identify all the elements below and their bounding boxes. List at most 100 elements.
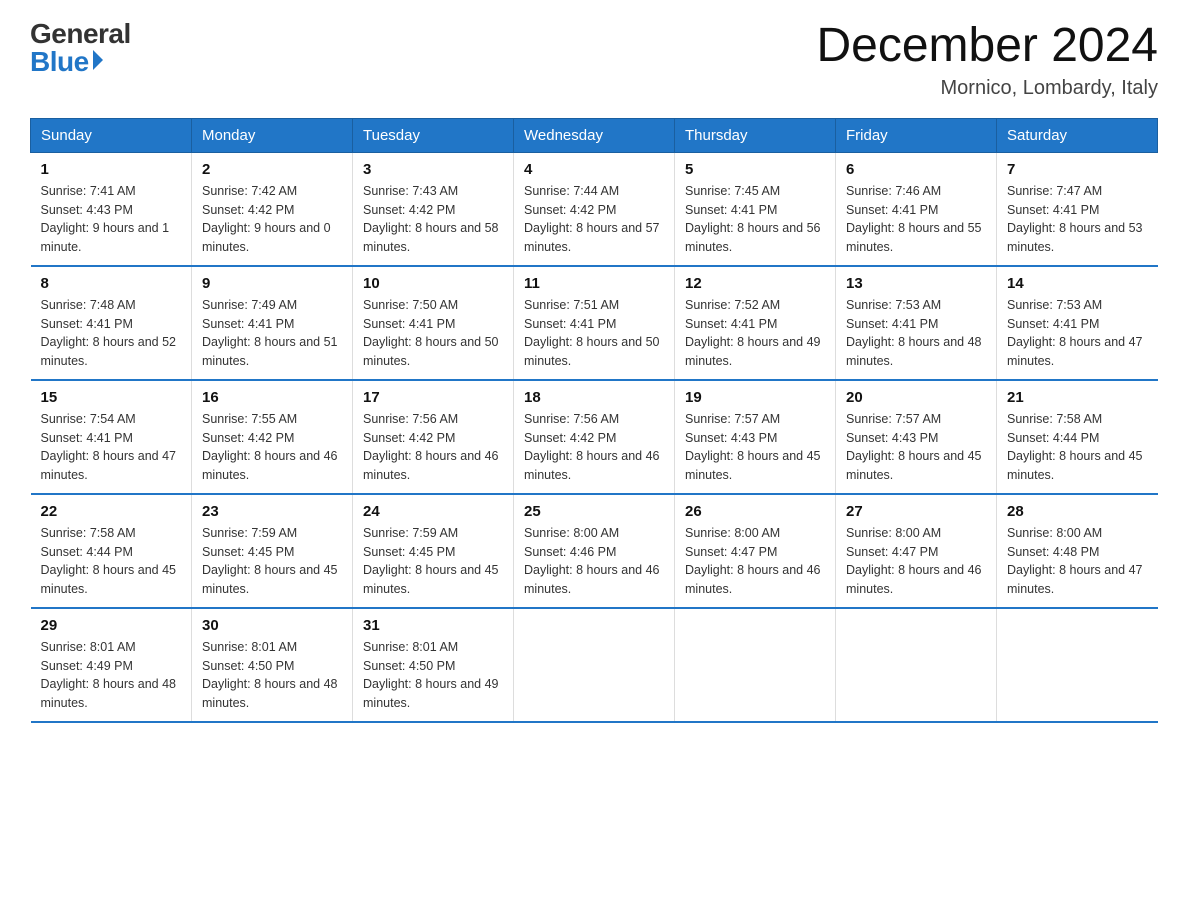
day-info: Sunrise: 7:44 AM Sunset: 4:42 PM Dayligh…	[524, 182, 664, 257]
day-number: 7	[1007, 161, 1148, 178]
day-info: Sunrise: 7:58 AM Sunset: 4:44 PM Dayligh…	[1007, 410, 1148, 485]
day-number: 31	[363, 617, 503, 634]
calendar-cell: 29 Sunrise: 8:01 AM Sunset: 4:49 PM Dayl…	[31, 608, 192, 722]
col-sunday: Sunday	[31, 118, 192, 152]
day-info: Sunrise: 8:01 AM Sunset: 4:50 PM Dayligh…	[202, 638, 342, 713]
calendar-cell: 27 Sunrise: 8:00 AM Sunset: 4:47 PM Dayl…	[836, 494, 997, 608]
calendar-cell: 20 Sunrise: 7:57 AM Sunset: 4:43 PM Dayl…	[836, 380, 997, 494]
col-tuesday: Tuesday	[353, 118, 514, 152]
calendar-table: Sunday Monday Tuesday Wednesday Thursday…	[30, 118, 1158, 723]
calendar-cell: 16 Sunrise: 7:55 AM Sunset: 4:42 PM Dayl…	[192, 380, 353, 494]
col-friday: Friday	[836, 118, 997, 152]
day-number: 10	[363, 275, 503, 292]
day-number: 2	[202, 161, 342, 178]
title-block: December 2024 Mornico, Lombardy, Italy	[816, 20, 1158, 100]
day-info: Sunrise: 7:53 AM Sunset: 4:41 PM Dayligh…	[846, 296, 986, 371]
day-info: Sunrise: 7:48 AM Sunset: 4:41 PM Dayligh…	[41, 296, 182, 371]
calendar-body: 1 Sunrise: 7:41 AM Sunset: 4:43 PM Dayli…	[31, 152, 1158, 722]
day-info: Sunrise: 7:59 AM Sunset: 4:45 PM Dayligh…	[363, 524, 503, 599]
day-number: 18	[524, 389, 664, 406]
day-info: Sunrise: 7:51 AM Sunset: 4:41 PM Dayligh…	[524, 296, 664, 371]
day-info: Sunrise: 7:49 AM Sunset: 4:41 PM Dayligh…	[202, 296, 342, 371]
col-thursday: Thursday	[675, 118, 836, 152]
calendar-week-1: 1 Sunrise: 7:41 AM Sunset: 4:43 PM Dayli…	[31, 152, 1158, 266]
day-info: Sunrise: 7:46 AM Sunset: 4:41 PM Dayligh…	[846, 182, 986, 257]
calendar-cell: 30 Sunrise: 8:01 AM Sunset: 4:50 PM Dayl…	[192, 608, 353, 722]
location-subtitle: Mornico, Lombardy, Italy	[816, 77, 1158, 100]
day-info: Sunrise: 7:42 AM Sunset: 4:42 PM Dayligh…	[202, 182, 342, 257]
calendar-cell: 22 Sunrise: 7:58 AM Sunset: 4:44 PM Dayl…	[31, 494, 192, 608]
calendar-week-3: 15 Sunrise: 7:54 AM Sunset: 4:41 PM Dayl…	[31, 380, 1158, 494]
col-wednesday: Wednesday	[514, 118, 675, 152]
day-number: 21	[1007, 389, 1148, 406]
day-number: 26	[685, 503, 825, 520]
calendar-cell: 2 Sunrise: 7:42 AM Sunset: 4:42 PM Dayli…	[192, 152, 353, 266]
day-info: Sunrise: 7:59 AM Sunset: 4:45 PM Dayligh…	[202, 524, 342, 599]
day-info: Sunrise: 7:57 AM Sunset: 4:43 PM Dayligh…	[685, 410, 825, 485]
calendar-cell: 18 Sunrise: 7:56 AM Sunset: 4:42 PM Dayl…	[514, 380, 675, 494]
logo-blue-text: Blue	[30, 48, 103, 76]
calendar-cell: 23 Sunrise: 7:59 AM Sunset: 4:45 PM Dayl…	[192, 494, 353, 608]
day-number: 30	[202, 617, 342, 634]
day-number: 16	[202, 389, 342, 406]
day-number: 8	[41, 275, 182, 292]
day-number: 24	[363, 503, 503, 520]
calendar-cell: 15 Sunrise: 7:54 AM Sunset: 4:41 PM Dayl…	[31, 380, 192, 494]
day-info: Sunrise: 7:41 AM Sunset: 4:43 PM Dayligh…	[41, 182, 182, 257]
calendar-cell: 5 Sunrise: 7:45 AM Sunset: 4:41 PM Dayli…	[675, 152, 836, 266]
day-number: 12	[685, 275, 825, 292]
calendar-cell: 6 Sunrise: 7:46 AM Sunset: 4:41 PM Dayli…	[836, 152, 997, 266]
logo-general-text: General	[30, 20, 131, 48]
day-number: 11	[524, 275, 664, 292]
calendar-week-5: 29 Sunrise: 8:01 AM Sunset: 4:49 PM Dayl…	[31, 608, 1158, 722]
calendar-cell	[514, 608, 675, 722]
header-row: Sunday Monday Tuesday Wednesday Thursday…	[31, 118, 1158, 152]
calendar-cell: 9 Sunrise: 7:49 AM Sunset: 4:41 PM Dayli…	[192, 266, 353, 380]
page-header: General Blue December 2024 Mornico, Lomb…	[30, 20, 1158, 100]
col-saturday: Saturday	[997, 118, 1158, 152]
day-number: 14	[1007, 275, 1148, 292]
logo-triangle-icon	[93, 50, 103, 70]
day-number: 27	[846, 503, 986, 520]
calendar-cell	[675, 608, 836, 722]
calendar-cell	[836, 608, 997, 722]
day-info: Sunrise: 7:47 AM Sunset: 4:41 PM Dayligh…	[1007, 182, 1148, 257]
day-info: Sunrise: 7:55 AM Sunset: 4:42 PM Dayligh…	[202, 410, 342, 485]
calendar-cell: 26 Sunrise: 8:00 AM Sunset: 4:47 PM Dayl…	[675, 494, 836, 608]
calendar-cell: 10 Sunrise: 7:50 AM Sunset: 4:41 PM Dayl…	[353, 266, 514, 380]
day-number: 25	[524, 503, 664, 520]
calendar-cell	[997, 608, 1158, 722]
day-info: Sunrise: 8:00 AM Sunset: 4:48 PM Dayligh…	[1007, 524, 1148, 599]
day-info: Sunrise: 8:00 AM Sunset: 4:47 PM Dayligh…	[685, 524, 825, 599]
calendar-week-4: 22 Sunrise: 7:58 AM Sunset: 4:44 PM Dayl…	[31, 494, 1158, 608]
day-info: Sunrise: 8:01 AM Sunset: 4:50 PM Dayligh…	[363, 638, 503, 713]
day-info: Sunrise: 8:00 AM Sunset: 4:47 PM Dayligh…	[846, 524, 986, 599]
calendar-cell: 7 Sunrise: 7:47 AM Sunset: 4:41 PM Dayli…	[997, 152, 1158, 266]
day-number: 15	[41, 389, 182, 406]
calendar-cell: 12 Sunrise: 7:52 AM Sunset: 4:41 PM Dayl…	[675, 266, 836, 380]
day-number: 29	[41, 617, 182, 634]
calendar-cell: 24 Sunrise: 7:59 AM Sunset: 4:45 PM Dayl…	[353, 494, 514, 608]
calendar-cell: 11 Sunrise: 7:51 AM Sunset: 4:41 PM Dayl…	[514, 266, 675, 380]
calendar-cell: 4 Sunrise: 7:44 AM Sunset: 4:42 PM Dayli…	[514, 152, 675, 266]
day-info: Sunrise: 7:56 AM Sunset: 4:42 PM Dayligh…	[363, 410, 503, 485]
calendar-cell: 14 Sunrise: 7:53 AM Sunset: 4:41 PM Dayl…	[997, 266, 1158, 380]
calendar-cell: 31 Sunrise: 8:01 AM Sunset: 4:50 PM Dayl…	[353, 608, 514, 722]
calendar-cell: 19 Sunrise: 7:57 AM Sunset: 4:43 PM Dayl…	[675, 380, 836, 494]
calendar-cell: 3 Sunrise: 7:43 AM Sunset: 4:42 PM Dayli…	[353, 152, 514, 266]
calendar-cell: 1 Sunrise: 7:41 AM Sunset: 4:43 PM Dayli…	[31, 152, 192, 266]
day-number: 6	[846, 161, 986, 178]
col-monday: Monday	[192, 118, 353, 152]
day-number: 13	[846, 275, 986, 292]
day-number: 23	[202, 503, 342, 520]
day-info: Sunrise: 7:53 AM Sunset: 4:41 PM Dayligh…	[1007, 296, 1148, 371]
day-number: 20	[846, 389, 986, 406]
day-number: 9	[202, 275, 342, 292]
day-number: 4	[524, 161, 664, 178]
day-info: Sunrise: 7:52 AM Sunset: 4:41 PM Dayligh…	[685, 296, 825, 371]
day-info: Sunrise: 8:00 AM Sunset: 4:46 PM Dayligh…	[524, 524, 664, 599]
calendar-cell: 13 Sunrise: 7:53 AM Sunset: 4:41 PM Dayl…	[836, 266, 997, 380]
day-number: 19	[685, 389, 825, 406]
calendar-cell: 8 Sunrise: 7:48 AM Sunset: 4:41 PM Dayli…	[31, 266, 192, 380]
logo: General Blue	[30, 20, 131, 76]
